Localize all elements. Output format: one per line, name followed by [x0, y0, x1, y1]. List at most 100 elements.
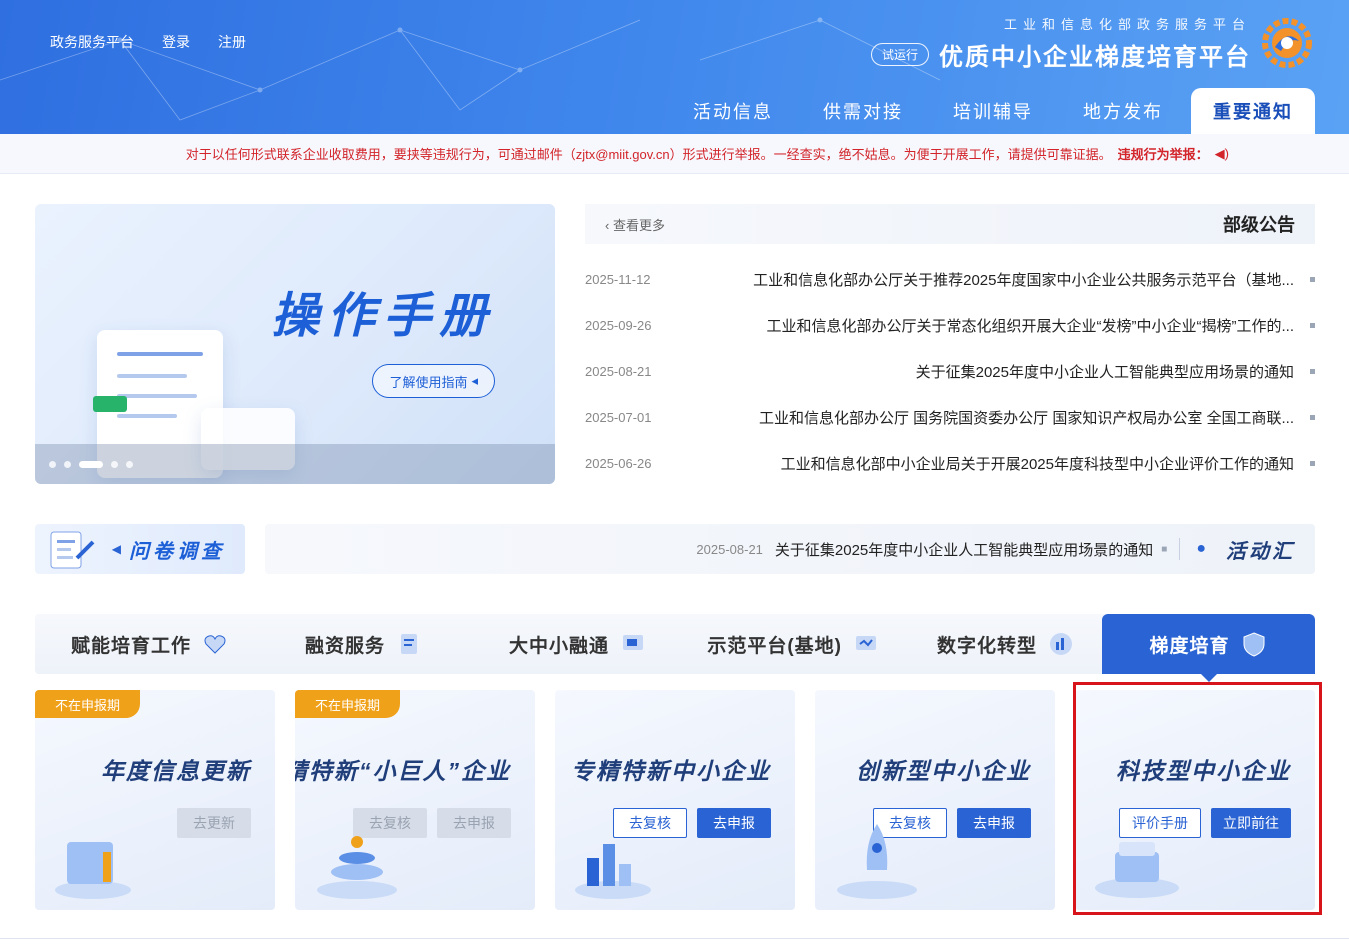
bar-blocks-illustration — [575, 844, 651, 899]
card-specialized-sme: 专精特新中小企业 去申报 去复核 — [555, 690, 795, 910]
banner-title: 操作手册 — [270, 290, 495, 343]
register-link[interactable]: 注册 — [218, 32, 246, 52]
tab-label: 赋能培育工作 — [70, 635, 191, 657]
activity-title: 活动汇 — [1226, 540, 1295, 563]
tab-integration[interactable]: 大中小融通 — [497, 614, 647, 674]
notice-label: 违规行为举报： — [1117, 147, 1209, 162]
nav-important-notice[interactable]: 重要通知 — [1191, 88, 1315, 134]
rocket-illustration — [837, 824, 917, 899]
carousel-dot[interactable] — [49, 461, 56, 468]
speaker-icon: ◀) — [1214, 145, 1229, 161]
monitor-icon — [856, 636, 876, 650]
stack-illustration — [317, 836, 397, 899]
tab-empowerment[interactable]: 赋能培育工作 — [59, 614, 229, 674]
divider — [1179, 538, 1181, 560]
tab-digital-transformation[interactable]: 数字化转型 — [925, 614, 1075, 674]
chart-board-illustration — [55, 842, 131, 899]
announcement-title[interactable]: 工业和信息化部中小企业局关于开展2025年度科技型中小企业评价工作的通知 — [695, 453, 1304, 474]
logo-subtitle: 工业和信息化部政务服务平台 — [1003, 17, 1251, 32]
announcement-title[interactable]: 工业和信息化部办公厅关于推荐2025年度国家中小企业公共服务示范平台（基地... — [695, 269, 1304, 290]
not-in-period-badge: 不在申报期 — [35, 690, 141, 718]
announcement-row[interactable]: 2025-08-21 关于征集2025年度中小企业人工智能典型应用场景的通知 — [585, 348, 1315, 394]
bullet-icon — [1310, 414, 1315, 420]
carousel-dot[interactable] — [64, 461, 71, 468]
carousel-dot-active[interactable] — [79, 461, 103, 468]
bullet-icon — [1310, 276, 1315, 282]
announcement-title[interactable]: 工业和信息化部办公厅关于常态化组织开展大企业“发榜”中小企业“揭榜”工作的... — [695, 315, 1304, 336]
tab-label: 数字化转型 — [936, 635, 1037, 657]
bullet-icon — [1310, 368, 1315, 374]
card-little-giant: 不在申报期 专精特新“小巨人”企业 去申报 去复核 — [295, 690, 535, 910]
chart-icon — [1050, 633, 1072, 655]
tab-demo-platform[interactable]: 示范平台(基地) — [690, 614, 880, 674]
highlight-box — [1073, 682, 1322, 915]
ministry-announcements: 部级公告 ‹ 查看更多 2025-11-12 工业和信息化部办公厅关于推荐202… — [585, 204, 1315, 486]
activity-icon: ● — [1196, 540, 1206, 557]
activity-text[interactable]: 关于征集2025年度中小企业人工智能典型应用场景的通知 — [775, 539, 1153, 560]
manual-banner[interactable]: 操作手册 了解使用指南 ◂ — [35, 204, 555, 484]
announcement-row[interactable]: 2025-09-26 工业和信息化部办公厅关于常态化组织开展大企业“发榜”中小企… — [585, 302, 1315, 348]
top-links: 政务服务平台 登录 注册 — [50, 32, 246, 52]
card-title: 专精特新中小企业 — [571, 758, 771, 784]
nav-local-release[interactable]: 地方发布 — [1061, 88, 1185, 134]
card-title: 创新型中小企业 — [856, 758, 1031, 784]
announcements-header: 部级公告 ‹ 查看更多 — [585, 204, 1315, 244]
card-title: 年度信息更新 — [101, 758, 251, 784]
play-icon: ◀ — [111, 542, 121, 556]
view-more-link[interactable]: ‹ 查看更多 — [605, 215, 665, 234]
notice-text: 对于以任何形式联系企业收取费用，要挟等违规行为，可通过邮件（zjtx@miit.… — [185, 147, 1112, 162]
shield-icon — [1243, 632, 1264, 657]
announcement-list: 2025-11-12 工业和信息化部办公厅关于推荐2025年度国家中小企业公共服… — [585, 256, 1315, 486]
tab-label: 大中小融通 — [508, 635, 609, 657]
announcement-title[interactable]: 关于征集2025年度中小企业人工智能典型应用场景的通知 — [695, 361, 1304, 382]
heart-icon — [204, 635, 226, 654]
nav-activities[interactable]: 活动信息 — [671, 88, 795, 134]
announcement-date: 2025-07-01 — [585, 409, 652, 425]
login-link[interactable]: 登录 — [162, 32, 190, 52]
announcement-date: 2025-08-21 — [585, 363, 652, 379]
site-logo[interactable]: 工业和信息化部政务服务平台 优质中小企业梯度培育平台 试运行 — [870, 14, 1313, 72]
logo-title: 优质中小企业梯度培育平台 — [939, 44, 1251, 71]
bullet-icon: ■ — [1161, 543, 1168, 555]
clipboard-icon — [50, 531, 95, 569]
tag-illustration — [93, 396, 127, 412]
footer-divider — [0, 938, 1349, 939]
announcement-row[interactable]: 2025-11-12 工业和信息化部办公厅关于推荐2025年度国家中小企业公共服… — [585, 256, 1315, 302]
apply-button-disabled[interactable]: 去申报 — [437, 808, 511, 838]
bullet-icon — [1310, 322, 1315, 328]
chevron-left-icon: ◂ — [471, 373, 478, 388]
survey-title: 问卷调查 — [129, 540, 225, 563]
gov-service-link[interactable]: 政务服务平台 — [50, 32, 134, 52]
nav-training[interactable]: 培训辅导 — [931, 88, 1055, 134]
document-icon — [401, 634, 417, 654]
tab-gradient-cultivation[interactable]: 梯度培育 — [1102, 614, 1315, 682]
survey-entry[interactable]: ◀ 问卷调查 — [35, 524, 245, 574]
usage-guide-button[interactable]: 了解使用指南 ◂ — [372, 364, 495, 398]
tab-label: 示范平台(基地) — [707, 635, 842, 657]
carousel-dots — [49, 461, 133, 468]
card-buttons: 去更新 — [177, 808, 251, 838]
nav-supply-demand[interactable]: 供需对接 — [801, 88, 925, 134]
card-annual-update: 不在申报期 年度信息更新 去更新 — [35, 690, 275, 910]
carousel-dot[interactable] — [111, 461, 118, 468]
guide-label: 了解使用指南 — [389, 374, 468, 390]
activity-ticker: 活动汇 ● ■ 关于征集2025年度中小企业人工智能典型应用场景的通知 2025… — [265, 524, 1315, 574]
logo-gear-icon — [1262, 18, 1312, 68]
announcements-title: 部级公告 — [1223, 215, 1295, 235]
violation-notice-bar: 对于以任何形式联系企业收取费用，要挟等违规行为，可通过邮件（zjtx@miit.… — [0, 134, 1349, 174]
announcement-title[interactable]: 工业和信息化部办公厅 国务院国资委办公厅 国家知识产权局办公室 全国工商联... — [695, 407, 1304, 428]
site-header: 工业和信息化部政务服务平台 优质中小企业梯度培育平台 试运行 政务服务平台 登录… — [0, 0, 1349, 134]
tab-financing[interactable]: 融资服务 — [293, 614, 423, 674]
card-title: 专精特新“小巨人”企业 — [295, 758, 511, 784]
carousel-dot[interactable] — [126, 461, 133, 468]
announcement-row[interactable]: 2025-07-01 工业和信息化部办公厅 国务院国资委办公厅 国家知识产权局办… — [585, 394, 1315, 440]
announcement-date: 2025-06-26 — [585, 455, 652, 471]
update-button-disabled[interactable]: 去更新 — [177, 808, 251, 838]
tab-label: 梯度培育 — [1149, 635, 1230, 657]
activity-date: 2025-08-21 — [696, 541, 763, 557]
tab-label: 融资服务 — [304, 635, 385, 657]
announcement-row[interactable]: 2025-06-26 工业和信息化部中小企业局关于开展2025年度科技型中小企业… — [585, 440, 1315, 486]
apply-button[interactable]: 去申报 — [957, 808, 1031, 838]
apply-button[interactable]: 去申报 — [697, 808, 771, 838]
trial-badge: 试运行 — [870, 43, 929, 66]
